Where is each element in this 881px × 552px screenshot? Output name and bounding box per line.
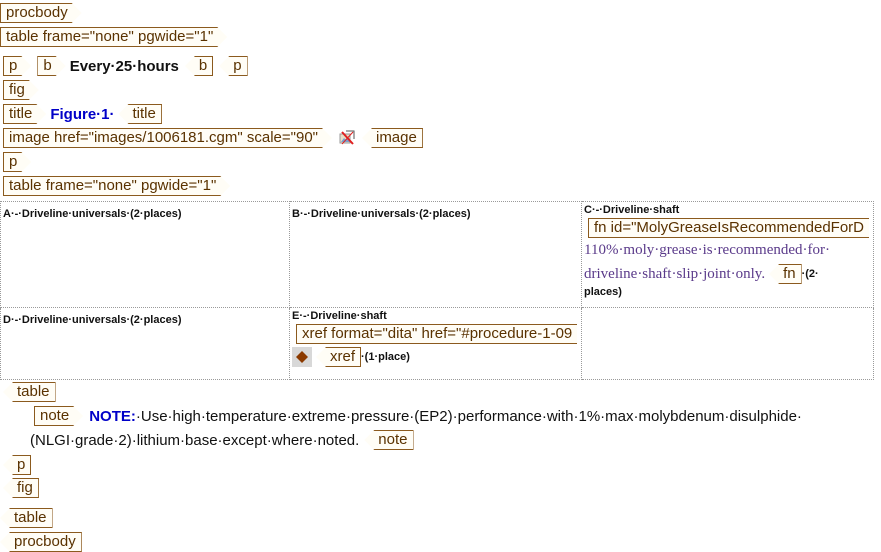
procbody-close-tag[interactable]: procbody (0, 532, 82, 552)
fig-close-row: fig (3, 478, 39, 498)
p2-open-row: p (3, 152, 31, 172)
procbody-open-tag[interactable]: procbody (0, 3, 82, 23)
note-line-1-row: note NOTE: ·Use·high·temperature·extreme… (34, 406, 802, 426)
image-close-tag[interactable]: image (361, 128, 423, 148)
table-cell-e[interactable]: E·-·Driveline·shaft xref format="dita" h… (289, 307, 582, 380)
table-open-tag[interactable]: table frame="none" pgwide="1" (0, 27, 227, 47)
procbody-close-row: procbody (0, 532, 82, 552)
fn-close-tag[interactable]: fn (769, 264, 802, 284)
cell-c-after-fn-2: places) (584, 286, 622, 298)
parts-table: A·-·Driveline·universals·(2·places) B·-·… (0, 201, 874, 380)
b-open-tag[interactable]: b (37, 56, 65, 76)
cell-d-text: D·-·Driveline·universals·(2·places) (3, 314, 182, 326)
xref-open-wrapper: xref format="dita" href="#procedure-1-09 (296, 324, 579, 344)
cell-b-text: B·-·Driveline·universals·(2·places) (292, 208, 471, 220)
image-row: image href="images/1006181.cgm" scale="9… (3, 128, 423, 148)
table-cell-f[interactable] (581, 307, 874, 380)
p-close-tag[interactable]: p (219, 56, 248, 76)
p2-open-tag[interactable]: p (3, 152, 31, 172)
note-close-tag[interactable]: note (364, 430, 414, 450)
image-open-tag[interactable]: image href="images/1006181.cgm" scale="9… (3, 128, 332, 148)
footnote-line-2: driveline·shaft·slip·joint·only. (584, 266, 766, 282)
p-open-tag[interactable]: p (3, 56, 31, 76)
fn-open-wrapper: fn id="MolyGreaseIsRecommendedForD (588, 218, 871, 238)
b-close-tag[interactable]: b (184, 56, 214, 76)
heading-text: Every·25·hours (69, 57, 179, 75)
inner-table-close-tag[interactable]: table (3, 382, 56, 402)
table-cell-b[interactable]: B·-·Driveline·universals·(2·places) (289, 201, 582, 308)
table-close-row: table (0, 508, 53, 528)
table-cell-a[interactable]: A·-·Driveline·universals·(2·places) (0, 201, 290, 308)
table-cell-c[interactable]: C·-·Driveline·shaft fn id="MolyGreaseIsR… (581, 201, 874, 308)
cell-c-text: C·-·Driveline·shaft (584, 204, 680, 216)
xref-row: xref ·(1·place) (292, 347, 579, 367)
title-close-tag[interactable]: title (118, 104, 162, 124)
fig-close-tag[interactable]: fig (3, 478, 39, 498)
footnote-line-1: 110%·moly·grease·is·recommended·for· (584, 242, 831, 258)
paragraph-row: p b Every·25·hours b p (3, 56, 248, 76)
note-open-tag[interactable]: note (34, 406, 83, 426)
cell-e-text: E·-·Driveline·shaft (292, 310, 387, 322)
note-text-line-2: (NLGI·grade·2)·lithium·base·except·where… (30, 431, 360, 449)
fig-open-row: fig (3, 80, 39, 100)
table-open-row: table frame="none" pgwide="1" (0, 27, 227, 47)
title-open-tag[interactable]: title (3, 104, 46, 124)
fn-open-tag[interactable]: fn id="MolyGreaseIsRecommendedForD (588, 218, 870, 238)
footnote-line-2-row: driveline·shaft·slip·joint·only. fn ·(2· (584, 262, 871, 286)
inner-table-close-row: table (3, 382, 56, 402)
broken-image-icon[interactable] (338, 129, 356, 147)
cell-c-after-fn: ·(2· (801, 268, 819, 280)
table-cell-d[interactable]: D·-·Driveline·universals·(2·places) (0, 307, 290, 380)
note-text-line-1: ·Use·high·temperature·extreme·pressure·(… (135, 407, 802, 425)
procbody-open-row: procbody (0, 3, 82, 23)
figure-title: Figure·1· (50, 105, 115, 123)
note-label: NOTE: (89, 407, 136, 425)
note-line-2-row: (NLGI·grade·2)·lithium·base·except·where… (30, 430, 414, 450)
cell-a-text: A·-·Driveline·universals·(2·places) (3, 208, 182, 220)
inner-table-open-tag[interactable]: table frame="none" pgwide="1" (3, 176, 230, 196)
xref-close-tag[interactable]: xref (316, 347, 362, 367)
p2-close-tag[interactable]: p (3, 455, 32, 475)
title-row: title Figure·1· title (3, 104, 162, 124)
inner-table-open-row: table frame="none" pgwide="1" (3, 176, 230, 196)
xref-diamond-icon[interactable] (292, 347, 312, 367)
cell-e-after-xref: ·(1·place) (361, 351, 410, 363)
table-close-tag[interactable]: table (0, 508, 53, 528)
fig-open-tag[interactable]: fig (3, 80, 39, 100)
xref-open-tag[interactable]: xref format="dita" href="#procedure-1-09 (296, 324, 578, 344)
p2-close-row: p (3, 455, 32, 475)
